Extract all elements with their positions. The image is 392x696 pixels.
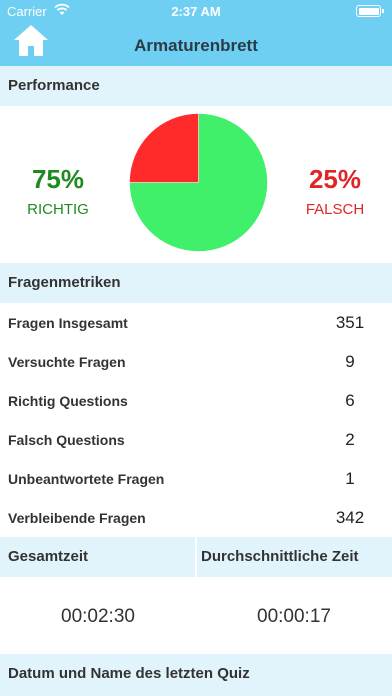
metric-label: Verbleibende Fragen	[8, 510, 146, 526]
metric-value: 6	[345, 391, 355, 410]
status-time: 2:37 AM	[171, 4, 221, 19]
navigation-bar: Carrier 2:37 AM Armaturenbrett	[0, 0, 392, 66]
correct-percent: 75%	[31, 164, 85, 194]
average-time-header: Durchschnittliche Zeit	[197, 537, 392, 577]
total-time-header: Gesamtzeit	[0, 537, 195, 577]
metrics-header: Fragenmetriken	[0, 263, 392, 303]
metric-value: 1	[345, 469, 355, 488]
wrong-summary: 25% FALSCH	[277, 164, 392, 218]
wrong-percent: 25%	[308, 164, 362, 194]
metric-label: Versuchte Fragen	[8, 354, 126, 370]
metric-value: 2	[345, 430, 355, 449]
metric-row: Versuchte Fragen 9	[0, 342, 392, 381]
wrong-label: FALSCH	[305, 201, 365, 218]
metric-label: Unbeantwortete Fragen	[8, 471, 165, 487]
metric-label: Fragen Insgesamt	[8, 315, 128, 331]
last-quiz-header: Datum und Name des letzten Quiz	[0, 654, 392, 696]
metric-row: Richtig Questions 6	[0, 381, 392, 420]
metric-row: Verbleibende Fragen 342	[0, 498, 392, 537]
battery-icon	[356, 5, 384, 17]
correct-summary: 75% RICHTIG	[0, 164, 116, 218]
metric-row: Fragen Insgesamt 351	[0, 303, 392, 342]
correct-label: RICHTIG	[27, 201, 89, 218]
performance-header: Performance	[0, 66, 392, 106]
status-bar: Carrier 2:37 AM	[0, 0, 392, 22]
metric-value: 342	[335, 508, 365, 527]
metric-label: Falsch Questions	[8, 432, 125, 448]
pie-slice-falsch	[129, 113, 199, 183]
metric-row: Falsch Questions 2	[0, 420, 392, 459]
page-title: Armaturenbrett	[134, 36, 258, 55]
average-time-value: 00:00:17	[257, 606, 331, 627]
metric-value: 9	[345, 352, 355, 371]
metric-label: Richtig Questions	[8, 393, 128, 409]
total-time-value: 00:02:30	[61, 606, 135, 627]
metric-value: 351	[335, 313, 365, 332]
performance-pie-chart	[129, 113, 268, 252]
metric-row: Unbeantwortete Fragen 1	[0, 459, 392, 498]
